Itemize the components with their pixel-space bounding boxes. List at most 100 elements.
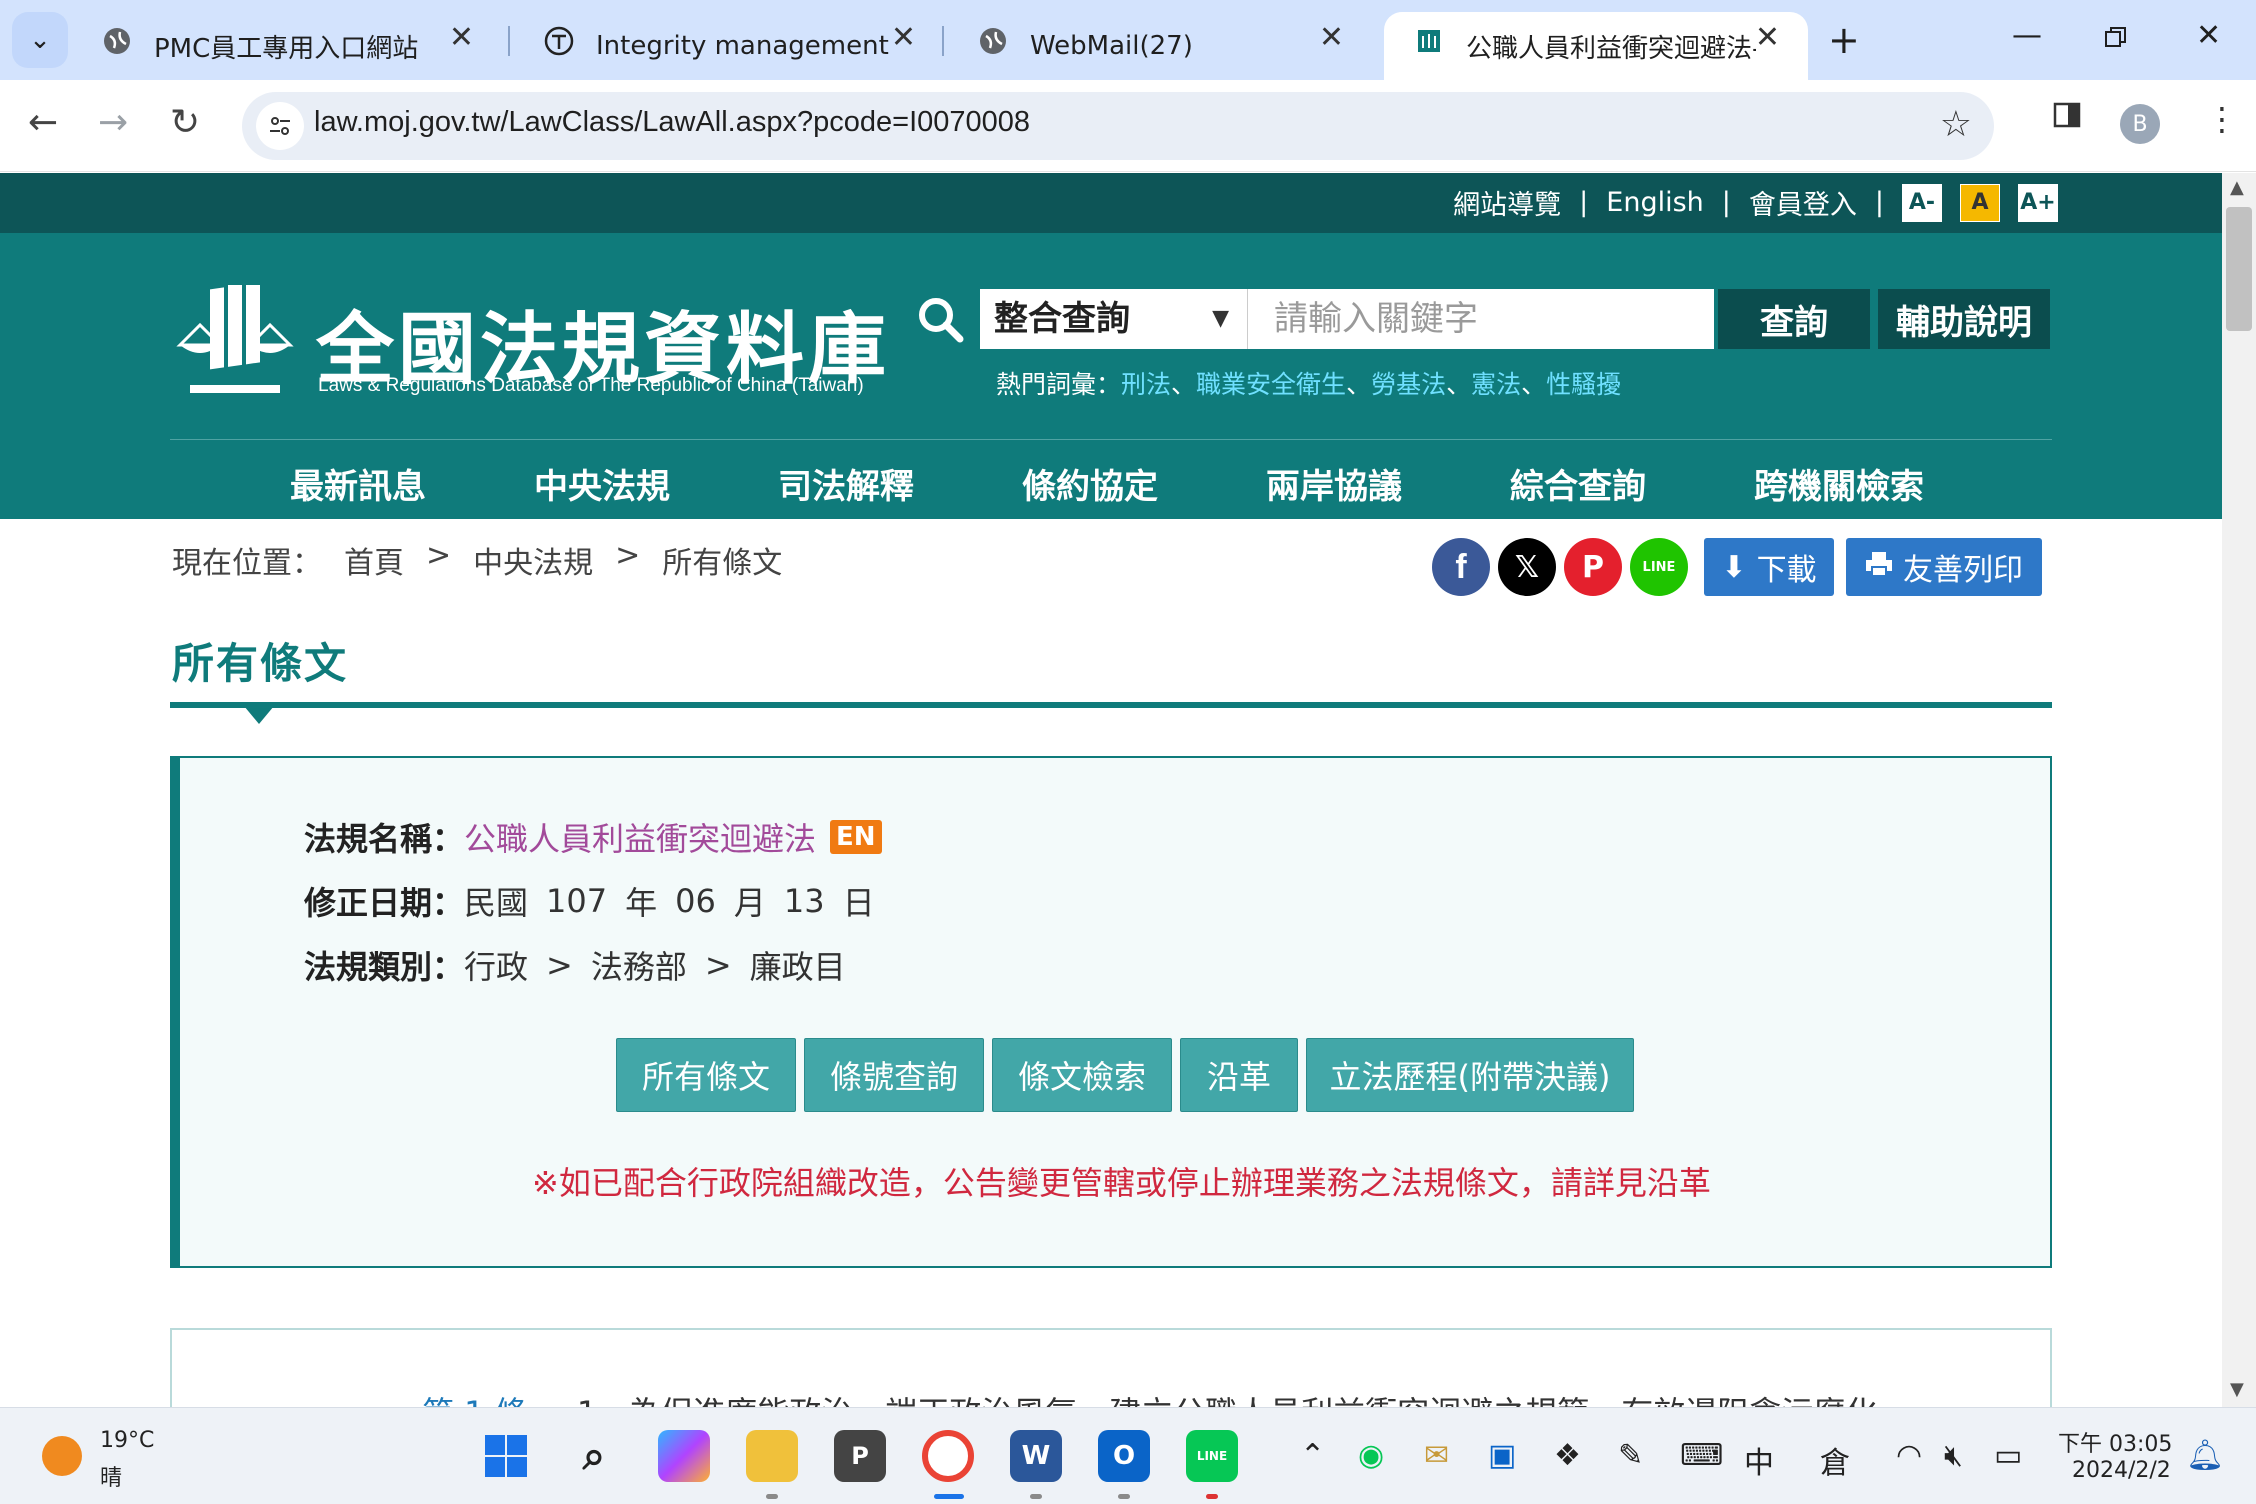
mail-tray-icon[interactable]: ✉ [1424, 1438, 1449, 1473]
download-label: 下載 [1756, 553, 1817, 588]
separator: 、 [1346, 370, 1372, 399]
print-button[interactable]: 友善列印 [1846, 538, 2042, 596]
breadcrumb-separator: > [426, 538, 452, 573]
browser-tab-pmc[interactable]: PMC員工專用入口網站 ✕ [72, 12, 502, 80]
word-icon[interactable]: W [1010, 1430, 1062, 1482]
restore-icon[interactable] [2104, 22, 2128, 57]
search-input[interactable] [1248, 289, 1714, 349]
scroll-up-icon[interactable]: ▲ [2230, 177, 2244, 198]
windows-start-icon[interactable] [480, 1430, 532, 1482]
browser-tab-webmail[interactable]: WebMail(27) ✕ [948, 12, 1372, 80]
search-scope-select[interactable]: 整合查詢 ▼ [980, 289, 1248, 349]
law-books-scale-logo-icon[interactable] [170, 285, 300, 405]
english-link[interactable]: English [1606, 187, 1704, 218]
search-icon[interactable]: ⌕ [568, 1430, 620, 1482]
bookmark-star-icon[interactable]: ☆ [1940, 104, 1972, 145]
all-articles-button[interactable]: 所有條文 [616, 1038, 796, 1112]
help-button[interactable]: 輔助說明 [1878, 289, 2050, 349]
url-text[interactable]: law.moj.gov.tw/LawClass/LawAll.aspx?pcod… [314, 106, 1030, 139]
back-arrow-icon[interactable]: ← [28, 102, 58, 143]
article-number-search-button[interactable]: 條號查詢 [804, 1038, 984, 1112]
breadcrumb-home[interactable]: 首頁 [344, 538, 404, 582]
close-tab-icon[interactable]: ✕ [1755, 20, 1780, 55]
battery-icon[interactable]: ▭ [1994, 1438, 2022, 1473]
page-scrollbar[interactable]: ▲ ▼ [2222, 173, 2256, 1407]
english-version-badge[interactable]: EN [830, 820, 882, 854]
hot-keyword[interactable]: 勞基法 [1371, 365, 1446, 401]
clock-date[interactable]: 2024/2/2 [2072, 1458, 2171, 1483]
wifi-icon[interactable]: ◠ [1896, 1438, 1922, 1473]
member-login-link[interactable]: 會員登入 [1749, 183, 1857, 222]
address-bar[interactable]: law.moj.gov.tw/LawClass/LawAll.aspx?pcod… [242, 92, 1994, 160]
legislative-history-button[interactable]: 立法歷程(附帶決議) [1306, 1038, 1634, 1112]
minimize-icon[interactable]: — [2012, 18, 2042, 53]
more-menu-icon[interactable]: ⋮ [2206, 100, 2238, 138]
scroll-down-icon[interactable]: ▼ [2230, 1379, 2244, 1400]
weather-temperature[interactable]: 19°C [100, 1428, 154, 1453]
font-large-button[interactable]: A+ [2018, 183, 2058, 222]
facebook-share-icon[interactable]: f [1432, 538, 1490, 596]
pen-tray-icon[interactable]: ✎ [1618, 1438, 1643, 1473]
close-window-icon[interactable]: ✕ [2196, 18, 2221, 53]
nav-item-judicial-interpretations[interactable]: 司法解釋 [778, 459, 914, 508]
line-share-icon[interactable]: LINE [1630, 538, 1688, 596]
sunny-weather-icon[interactable] [42, 1436, 82, 1476]
new-tab-icon[interactable]: + [1828, 18, 1860, 62]
file-explorer-icon[interactable] [746, 1430, 798, 1482]
weather-description[interactable]: 晴 [100, 1460, 122, 1492]
nav-item-integrated-search[interactable]: 綜合查詢 [1510, 459, 1646, 508]
font-medium-button[interactable]: A [1960, 183, 2000, 222]
history-button[interactable]: 沿革 [1180, 1038, 1298, 1112]
ime-language-indicator[interactable]: 中 [1744, 1438, 1774, 1482]
line-tray-icon[interactable]: ◉ [1358, 1438, 1384, 1473]
nav-item-treaties[interactable]: 條約協定 [1022, 459, 1158, 508]
close-tab-icon[interactable]: ✕ [449, 20, 474, 55]
notification-bell-icon[interactable]: 🔔︎ [2186, 1438, 2224, 1473]
running-indicator [1118, 1494, 1130, 1499]
font-small-button[interactable]: A- [1902, 183, 1942, 222]
speaker-muted-icon[interactable]: 🔇︎ [1944, 1438, 1963, 1473]
law-name-link[interactable]: 公職人員利益衝突迴避法 [464, 814, 816, 860]
browser-tab-law-active[interactable]: 公職人員利益衝突迴避法-全 ✕ [1384, 12, 1808, 80]
hot-keyword[interactable]: 憲法 [1471, 365, 1521, 401]
copilot-icon[interactable] [658, 1430, 710, 1482]
article-text-search-button[interactable]: 條文檢索 [992, 1038, 1172, 1112]
reload-icon[interactable]: ↻ [170, 102, 200, 143]
chrome-icon[interactable] [922, 1430, 974, 1482]
forward-arrow-icon[interactable]: → [98, 102, 128, 143]
plurk-share-icon[interactable]: P [1564, 538, 1622, 596]
breadcrumb-central[interactable]: 中央法規 [473, 538, 593, 582]
app-p-icon[interactable]: P [834, 1430, 886, 1482]
dropbox-tray-icon[interactable]: ❖ [1554, 1438, 1581, 1473]
category-level-1: 行政 [464, 948, 529, 986]
hot-keyword[interactable]: 性騷擾 [1546, 365, 1621, 401]
outlook-tray-icon[interactable]: ▣ [1488, 1438, 1516, 1473]
tray-overflow-chevron-icon[interactable]: ⌃ [1300, 1438, 1325, 1473]
site-settings-icon[interactable] [256, 102, 304, 150]
browser-toolbar: ← → ↻ law.moj.gov.tw/LawClass/LawAll.asp… [0, 80, 2256, 172]
ime-mode-indicator[interactable]: 倉 [1820, 1438, 1850, 1482]
scroll-thumb[interactable] [2226, 207, 2252, 331]
close-tab-icon[interactable]: ✕ [1319, 20, 1344, 55]
tab-search-menu-button[interactable]: ⌄ [12, 12, 68, 68]
search-button[interactable]: 查詢 [1718, 289, 1870, 349]
hot-keyword[interactable]: 職業安全衛生 [1196, 365, 1346, 401]
browser-tab-integrity[interactable]: Integrity management ✕ [514, 12, 944, 80]
x-share-icon[interactable]: 𝕏 [1498, 538, 1556, 596]
hot-keyword[interactable]: 刑法 [1121, 365, 1171, 401]
side-panel-icon[interactable] [2052, 100, 2082, 138]
law-info-box: 法規名稱： 公職人員利益衝突迴避法 EN 修正日期： 民國 107 年 06 月… [170, 756, 2052, 1268]
download-button[interactable]: ⬇ 下載 [1704, 538, 1834, 596]
header-divider [170, 439, 2052, 440]
outlook-icon[interactable]: O [1098, 1430, 1150, 1482]
clock-time[interactable]: 下午 03:05 [2058, 1426, 2172, 1458]
nav-item-cross-agency-search[interactable]: 跨機關檢索 [1754, 459, 1924, 508]
profile-avatar[interactable]: B [2120, 104, 2160, 144]
close-tab-icon[interactable]: ✕ [891, 20, 916, 55]
nav-item-news[interactable]: 最新訊息 [290, 459, 426, 508]
sitemap-link[interactable]: 網站導覽 [1453, 183, 1561, 222]
nav-item-cross-strait[interactable]: 兩岸協議 [1266, 459, 1402, 508]
keyboard-tray-icon[interactable]: ⌨ [1680, 1438, 1723, 1473]
line-app-icon[interactable]: LINE [1186, 1430, 1238, 1482]
nav-item-central-regulations[interactable]: 中央法規 [534, 459, 670, 508]
